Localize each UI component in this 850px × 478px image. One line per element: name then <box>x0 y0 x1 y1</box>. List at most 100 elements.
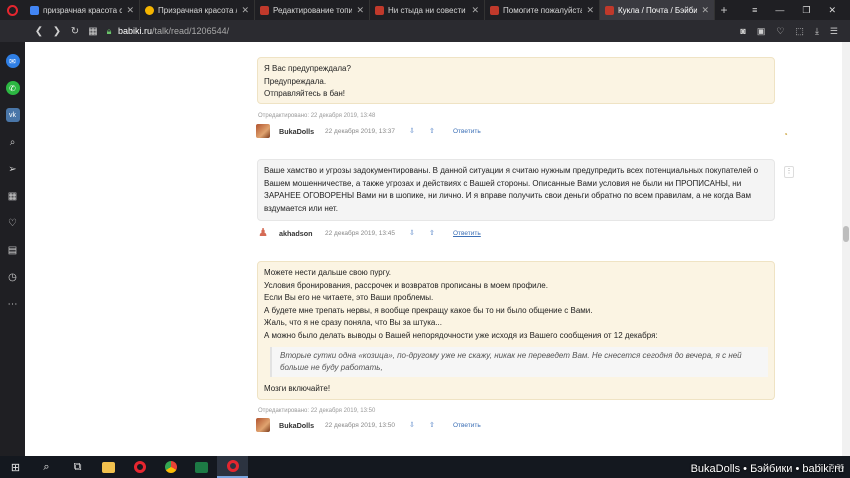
opera-active-window-icon[interactable] <box>217 456 248 478</box>
browser-tab[interactable]: Призрачная красота / С ✕ <box>140 0 255 20</box>
tabs-grid-icon[interactable]: ▦ <box>84 26 102 37</box>
browser-tab-strip: призрачная красота си ✕ Призрачная красо… <box>0 0 850 20</box>
url-host: babiki.ru <box>118 26 153 36</box>
opera-taskbar-icon[interactable] <box>124 456 155 478</box>
wallet-icon[interactable]: ▣ <box>757 26 766 37</box>
tab-favicon-icon <box>490 5 499 15</box>
edited-note: Отредактировано: 22 декабря 2019, 13:50 <box>258 408 376 414</box>
vote-up-icon[interactable]: ⇧ <box>429 127 449 135</box>
comment-line: Если Вы его не читаете, это Ваши проблем… <box>264 293 434 303</box>
url-path: /talk/read/1206544/ <box>152 26 230 36</box>
address-bar: ❮ ❯ ↻ ▦ 🔒︎ babiki.ru/talk/read/1206544/ … <box>0 20 850 42</box>
download-icon[interactable]: ⤓ <box>815 26 819 37</box>
tab-close-icon[interactable]: ✕ <box>356 5 364 16</box>
comment-body: Можете нести дальше свою пургу. Условия … <box>257 261 775 400</box>
restore-icon[interactable]: ❐ <box>802 5 810 16</box>
history-icon[interactable]: ◷ <box>6 270 20 284</box>
avatar[interactable] <box>256 124 270 138</box>
vote-up-icon[interactable]: ⇧ <box>429 421 449 429</box>
scroll-to-icon[interactable]: ◔ <box>783 130 788 139</box>
bookmark-icon[interactable]: ♡ <box>776 26 784 37</box>
tab-close-icon[interactable]: ✕ <box>471 5 479 16</box>
vote-down-icon[interactable]: ⇩ <box>409 421 429 429</box>
author-name[interactable]: BukaDolls <box>279 421 325 430</box>
reload-icon[interactable]: ↻ <box>66 26 84 37</box>
comment-line: Мозги включайте! <box>264 383 331 393</box>
tab-title: Помогите пожалуйста р <box>503 5 583 15</box>
comment-line: Предупреждала. <box>264 76 327 86</box>
send-icon[interactable]: ➢ <box>6 162 20 176</box>
browser-tab[interactable]: Помогите пожалуйста р ✕ <box>485 0 600 20</box>
tab-favicon-icon <box>260 5 269 15</box>
speed-dial-icon[interactable]: ▦ <box>6 189 20 203</box>
reply-link[interactable]: Ответить <box>453 230 481 237</box>
minimize-icon[interactable]: — <box>775 5 784 15</box>
task-view-icon[interactable]: ⧉ <box>62 456 93 478</box>
vote-up-icon[interactable]: ⇧ <box>429 229 449 237</box>
news-icon[interactable]: ▤ <box>6 243 20 257</box>
comment-date[interactable]: 22 декабря 2019, 13:37 <box>325 128 409 135</box>
comment-meta: ♟ akhadson 22 декабря 2019, 13:45 ⇩ ⇧ От… <box>256 226 481 240</box>
page-scrollbar[interactable] <box>842 42 850 456</box>
camera-icon[interactable]: ◙ <box>740 26 745 37</box>
tab-close-icon[interactable]: ✕ <box>701 5 709 16</box>
scrollbar-thumb[interactable] <box>843 226 849 242</box>
vote-down-icon[interactable]: ⇩ <box>409 229 429 237</box>
avatar[interactable]: ♟ <box>256 226 270 240</box>
browser-tab[interactable]: Ни стыда ни совести / Б ✕ <box>370 0 485 20</box>
url-field[interactable]: babiki.ru/talk/read/1206544/ <box>118 26 229 36</box>
tab-favicon-icon <box>145 5 154 15</box>
tab-title: Призрачная красота / С <box>158 5 238 15</box>
excel-icon[interactable] <box>186 456 217 478</box>
search-icon[interactable]: ⌕ <box>31 456 62 478</box>
opera-menu-button[interactable] <box>0 0 25 20</box>
chrome-icon[interactable] <box>155 456 186 478</box>
reply-link[interactable]: Ответить <box>453 128 481 135</box>
address-bar-actions: ◙ ▣ ♡ ⬚ ⤓ ☰ <box>740 26 850 37</box>
lock-icon[interactable]: 🔒︎ <box>102 26 116 37</box>
vk-icon[interactable]: vk <box>5 108 20 122</box>
tab-close-icon[interactable]: ✕ <box>241 5 249 16</box>
comment-options-icon[interactable]: ⋮ <box>784 166 794 178</box>
tab-close-icon[interactable]: ✕ <box>126 5 134 16</box>
comment-body: Ваше хамство и угрозы задокументированы.… <box>257 159 775 221</box>
comment-meta: BukaDolls 22 декабря 2019, 13:37 ⇩ ⇧ Отв… <box>256 124 481 138</box>
back-icon[interactable]: ❮ <box>30 26 48 37</box>
reply-link[interactable]: Ответить <box>453 422 481 429</box>
close-window-icon[interactable]: ✕ <box>828 5 836 16</box>
windows-start-icon[interactable]: ⊞ <box>0 456 31 478</box>
comment-line: Жаль, что я не сразу поняла, что Вы за ш… <box>264 318 442 328</box>
avatar[interactable] <box>256 418 270 432</box>
tab-close-icon[interactable]: ✕ <box>586 5 594 16</box>
file-explorer-icon[interactable] <box>93 456 124 478</box>
browser-tab[interactable]: призрачная красота си ✕ <box>25 0 140 20</box>
comment-line: Условия бронирования, рассрочек и возвра… <box>264 280 548 290</box>
comment-line: А можно было делать выводы о Вашей непор… <box>264 330 658 340</box>
browser-tab-active[interactable]: Кукла / Почта / Бэйбик ✕ <box>600 0 715 20</box>
messenger-icon[interactable]: ✉ <box>5 54 20 68</box>
browser-tab[interactable]: Редактирование топика ✕ <box>255 0 370 20</box>
comment-date[interactable]: 22 декабря 2019, 13:45 <box>325 230 409 237</box>
snapshot-icon[interactable]: ⬚ <box>795 26 804 37</box>
whatsapp-icon[interactable]: ✆ <box>5 81 20 95</box>
author-name[interactable]: akhadson <box>279 229 325 238</box>
tab-title: Редактирование топика <box>273 5 353 15</box>
new-tab-button[interactable]: + <box>715 0 733 20</box>
heart-icon[interactable]: ♡ <box>6 216 20 230</box>
vote-down-icon[interactable]: ⇩ <box>409 127 429 135</box>
comment-date[interactable]: 22 декабря 2019, 13:50 <box>325 422 409 429</box>
tab-favicon-icon <box>30 5 39 15</box>
comment-line: Ваше хамство и угрозы задокументированы.… <box>264 166 759 213</box>
window-controls: ≡ — ❐ ✕ <box>752 0 850 20</box>
tab-search-icon[interactable]: ≡ <box>752 5 757 15</box>
more-icon[interactable]: ⋯ <box>6 297 20 311</box>
tab-title: Кукла / Почта / Бэйбик <box>618 5 698 15</box>
edited-note: Отредактировано: 22 декабря 2019, 13:48 <box>258 113 376 119</box>
easy-setup-icon[interactable]: ☰ <box>830 26 838 37</box>
comment-line: Я Вас предупреждала? <box>264 64 351 73</box>
comment-body: Я Вас предупреждала? Предупреждала. Отпр… <box>257 57 775 104</box>
forward-icon[interactable]: ❯ <box>48 26 66 37</box>
author-name[interactable]: BukaDolls <box>279 127 325 136</box>
search-icon[interactable]: ⌕ <box>6 135 20 149</box>
watermark: BukaDolls • Бэйбики • babiki.ru <box>690 463 844 475</box>
